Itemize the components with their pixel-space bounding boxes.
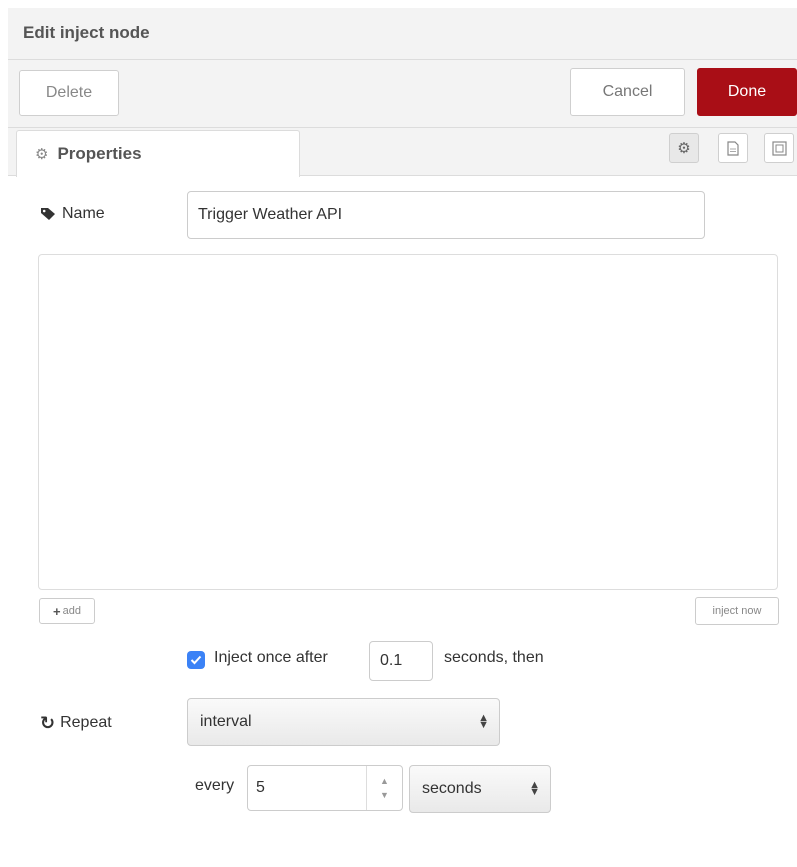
- tab-settings[interactable]: ⚙: [669, 133, 699, 163]
- name-input[interactable]: Trigger Weather API: [187, 191, 705, 239]
- cancel-button[interactable]: Cancel: [570, 68, 685, 116]
- property-list[interactable]: [38, 254, 778, 590]
- done-button[interactable]: Done: [697, 68, 797, 116]
- tab-description[interactable]: [718, 133, 748, 163]
- gear-icon: ⚙: [35, 146, 49, 163]
- inject-once-label: Inject once after: [214, 649, 328, 666]
- gear-icon: ⚙: [677, 140, 691, 157]
- select-arrows-icon: ▲ ▼: [529, 779, 540, 798]
- name-label-text: Name: [62, 205, 105, 222]
- dialog-title: Edit inject node: [23, 23, 150, 42]
- repeat-mode-value: interval: [200, 713, 252, 730]
- chevron-down-icon[interactable]: ▼: [380, 788, 389, 802]
- frame-icon: [771, 140, 787, 156]
- add-property-button[interactable]: + add: [39, 598, 95, 624]
- plus-icon: +: [53, 603, 61, 619]
- inject-now-button[interactable]: inject now: [695, 597, 779, 625]
- chevron-up-icon[interactable]: ▲: [380, 774, 389, 788]
- file-icon: [727, 140, 739, 156]
- once-delay-suffix: seconds, then: [444, 649, 544, 666]
- add-label: add: [62, 605, 81, 617]
- interval-units-select[interactable]: seconds ▲ ▼: [409, 765, 551, 813]
- inject-once-checkbox[interactable]: [187, 651, 205, 669]
- once-delay-input[interactable]: 0.1: [369, 641, 433, 681]
- name-label: Name: [40, 203, 105, 225]
- interval-stepper[interactable]: ▲ ▼: [366, 766, 402, 810]
- interval-units-value: seconds: [422, 780, 482, 797]
- tab-properties[interactable]: ⚙ Properties: [16, 130, 300, 177]
- repeat-label-text: Repeat: [60, 714, 112, 731]
- repeat-label: ↻ Repeat: [40, 712, 112, 734]
- select-arrows-icon: ▲ ▼: [478, 712, 489, 731]
- refresh-icon: ↻: [40, 712, 56, 733]
- check-icon: [190, 655, 202, 665]
- tag-icon: [41, 208, 55, 220]
- repeat-mode-select[interactable]: interval ▲ ▼: [187, 698, 500, 746]
- delete-button[interactable]: Delete: [19, 70, 119, 116]
- every-label: every: [195, 777, 235, 794]
- tab-appearance[interactable]: [764, 133, 794, 163]
- tab-properties-label: Properties: [57, 144, 142, 163]
